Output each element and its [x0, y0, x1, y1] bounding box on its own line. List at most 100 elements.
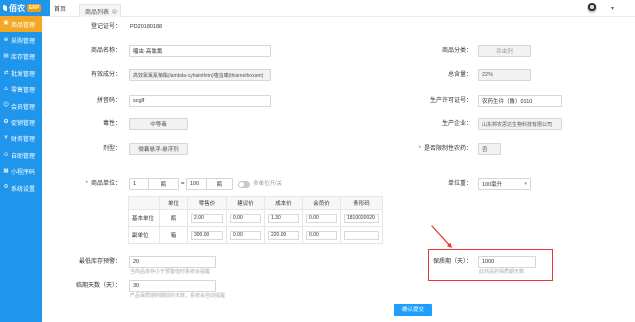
col-header-blank — [128, 196, 160, 210]
close-icon[interactable] — [112, 8, 118, 14]
expiry-days-label: 临期天数（天）： — [75, 283, 121, 289]
sidebar-item-label: 小程序码 — [11, 170, 36, 177]
unit-label: 商品单位： — [90, 181, 121, 187]
category-select[interactable]: 杀虫剂 — [478, 45, 531, 57]
cart-icon — [3, 38, 9, 44]
base-qty-input[interactable] — [129, 178, 149, 190]
expiry-days-hint: 产品保质期到期前的天数，系统会自动提醒 — [130, 293, 226, 299]
formulation-input[interactable] — [129, 143, 188, 155]
retail-price-input[interactable] — [191, 230, 223, 240]
ingredient-label: 有效成分： — [90, 72, 121, 78]
maker-input[interactable] — [478, 118, 562, 130]
reg-no-value: PD20180188 — [130, 24, 163, 30]
gift-icon — [3, 120, 9, 126]
expiry-days-input[interactable] — [129, 280, 216, 292]
reg-no-label: 登记证号： — [90, 24, 121, 30]
table-row: 副单位 箱 — [128, 226, 383, 244]
retail-price-input[interactable] — [191, 213, 223, 223]
multi-unit-toggle[interactable] — [238, 180, 250, 188]
sidebar-item-label: 自助管理 — [11, 153, 36, 160]
unit-weight-value: 100毫升 — [482, 182, 503, 188]
sidebar-item-retail[interactable]: 零售管理 — [0, 82, 42, 98]
sidebar-item-purchase[interactable]: 采购管理 — [0, 32, 42, 48]
equals-sign: = — [181, 181, 185, 187]
multi-unit-toggle-label: 多单位开/关 — [253, 181, 283, 187]
content-input[interactable] — [478, 69, 531, 81]
sidebar-item-label: 库存管理 — [11, 55, 36, 62]
toxicity-label: 毒性： — [102, 121, 121, 127]
maker-label: 生产企业： — [441, 121, 472, 127]
license-input[interactable] — [478, 95, 562, 107]
barcode-input[interactable] — [344, 213, 379, 223]
table-cell — [340, 226, 383, 244]
member-price-input[interactable] — [306, 213, 337, 223]
chevron-down-icon[interactable] — [611, 4, 614, 13]
table-cell — [302, 209, 341, 227]
sub-unit-select[interactable]: 瓶 — [206, 178, 233, 190]
required-mark: * — [418, 146, 421, 152]
sidebar-item-settings[interactable]: 系统设置 — [0, 180, 42, 196]
col-header: 建议价 — [226, 196, 265, 210]
unit-name: 瓶 — [159, 209, 188, 227]
sidebar-item-label: 促销管理 — [11, 121, 36, 128]
truck-icon — [3, 71, 9, 77]
sidebar-item-member[interactable]: 会员管理 — [0, 98, 42, 114]
cost-price-input[interactable] — [268, 230, 299, 240]
suggested-price-input[interactable] — [230, 213, 261, 223]
cost-price-input[interactable] — [268, 213, 299, 223]
sidebar-item-finance[interactable]: 财务管理 — [0, 131, 42, 147]
restricted-input[interactable] — [478, 143, 501, 155]
tab-goods-list[interactable]: 商品列表 — [79, 4, 121, 17]
suggested-price-input[interactable] — [230, 230, 261, 240]
avatar[interactable] — [587, 3, 597, 13]
base-unit-select[interactable]: 瓶 — [148, 178, 179, 190]
sidebar-item-promotion[interactable]: 促销管理 — [0, 114, 42, 130]
logo: 佰农 ERP — [0, 0, 50, 16]
toxicity-input[interactable] — [129, 118, 188, 130]
col-header: 零售价 — [187, 196, 227, 210]
sidebar-item-label: 商品管理 — [11, 22, 36, 29]
brand-name: 佰农 — [9, 3, 25, 13]
yen-icon — [3, 136, 9, 142]
pinyin-input[interactable] — [129, 95, 271, 107]
tab-home[interactable]: 首页 — [54, 5, 66, 16]
category-value: 杀虫剂 — [496, 49, 513, 55]
required-mark: * — [85, 181, 88, 187]
barcode-input[interactable] — [344, 230, 379, 240]
formulation-label: 剂型： — [102, 146, 121, 152]
min-stock-input[interactable] — [129, 256, 216, 268]
ingredient-input[interactable] — [129, 69, 271, 81]
goods-name-label: 商品名称： — [90, 48, 121, 54]
table-cell — [226, 226, 265, 244]
chevron-down-icon — [524, 181, 527, 187]
sub-qty-input[interactable] — [186, 178, 207, 190]
gear-icon — [3, 185, 9, 191]
category-label: 商品分类： — [441, 48, 472, 54]
sidebar-item-self-service[interactable]: 自助管理 — [0, 147, 42, 163]
unit-name: 箱 — [159, 226, 188, 244]
col-header: 会员价 — [302, 196, 341, 210]
shop-icon — [3, 87, 9, 93]
submit-button[interactable]: 确认提交 — [394, 304, 432, 316]
sidebar-item-label: 零售管理 — [11, 88, 36, 95]
unit-weight-select[interactable]: 100毫升 — [478, 178, 531, 190]
inventory-icon — [3, 54, 9, 60]
unit-weight-label: 单位重： — [447, 181, 472, 187]
member-price-input[interactable] — [306, 230, 337, 240]
goods-name-input[interactable] — [129, 45, 271, 57]
sub-unit-value: 瓶 — [216, 182, 223, 188]
sidebar-item-label: 采购管理 — [11, 39, 36, 46]
table-cell — [340, 209, 383, 227]
qrcode-icon — [3, 169, 9, 175]
restricted-label: 是否限制性农药： — [423, 146, 472, 152]
sidebar-item-inventory[interactable]: 库存管理 — [0, 49, 42, 65]
user-icon — [3, 103, 9, 109]
sidebar-item-wholesale[interactable]: 批发管理 — [0, 65, 42, 81]
logo-mark — [3, 5, 7, 11]
table-cell — [264, 226, 303, 244]
self-service-icon — [3, 153, 9, 159]
sidebar-item-label: 会员管理 — [11, 104, 36, 111]
sidebar-item-goods[interactable]: 商品管理 — [0, 16, 42, 33]
sidebar-item-mini-program[interactable]: 小程序码 — [0, 164, 42, 180]
table-cell — [187, 209, 227, 227]
